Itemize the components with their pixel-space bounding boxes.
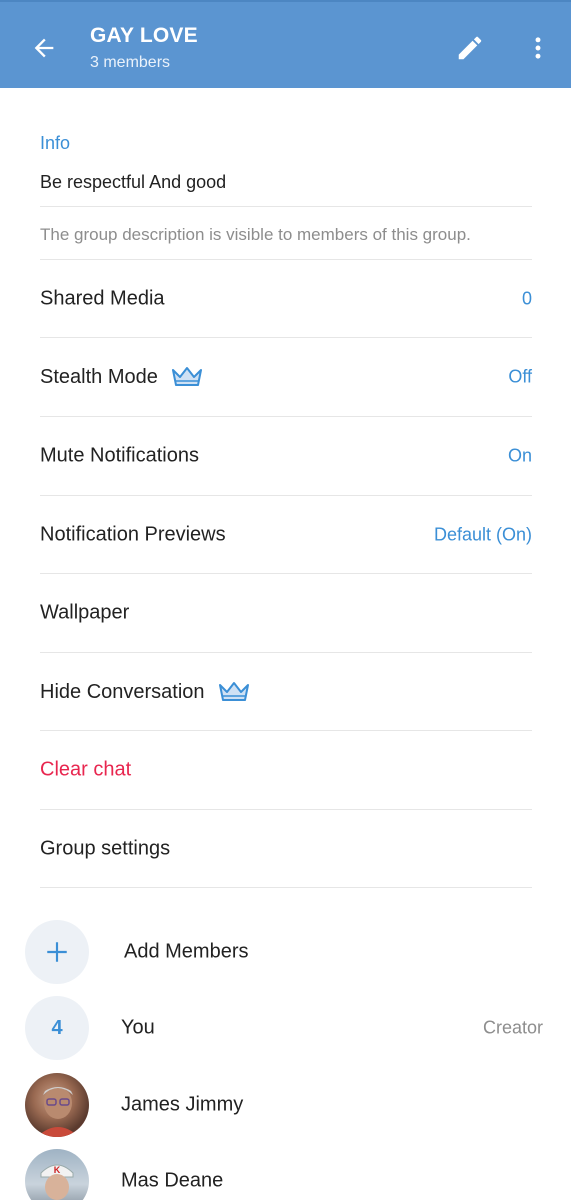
stealth-mode-value: Off [508,366,532,387]
hide-conversation-label: Hide Conversation [40,680,205,703]
member-role-badge: Creator [482,1017,543,1038]
mute-notifications-row[interactable]: Mute Notifications On [0,417,571,495]
more-vertical-icon [535,37,541,59]
chat-title: GAY LOVE [90,24,198,47]
notification-previews-value: Default (On) [433,524,532,545]
group-settings-label: Group settings [40,837,171,860]
stealth-mode-label: Stealth Mode [40,365,158,388]
avatar: 4 [25,996,89,1060]
svg-text:K: K [54,1165,61,1175]
arrow-left-icon [34,38,54,58]
member-name: James Jimmy [121,1093,244,1116]
avatar-initial: 4 [51,1016,63,1039]
plus-icon [47,942,67,962]
member-count: 3 members [90,54,171,71]
crown-icon [218,682,249,701]
clear-chat-label: Clear chat [40,758,132,781]
person-photo-icon: K [40,1164,74,1200]
shared-media-label: Shared Media [40,287,165,310]
back-button[interactable] [24,28,64,68]
info-section-label: Info [40,133,71,153]
wallpaper-label: Wallpaper [40,601,130,624]
hide-conversation-row[interactable]: Hide Conversation [0,653,571,731]
divider [40,887,532,888]
person-photo-icon [37,1087,79,1137]
edit-button[interactable] [450,28,490,68]
stealth-mode-label-wrap: Stealth Mode [40,365,204,389]
member-name: Mas Deane [121,1169,224,1192]
stealth-mode-row[interactable]: Stealth Mode Off [0,338,571,416]
avatar: K [25,1149,89,1200]
crown-icon [171,367,202,386]
clear-chat-row[interactable]: Clear chat [0,731,571,809]
group-description[interactable]: Be respectful And good [40,172,226,193]
member-row[interactable]: James Jimmy [0,1067,571,1143]
shared-media-count: 0 [521,288,532,309]
wallpaper-row[interactable]: Wallpaper [0,574,571,652]
notification-previews-row[interactable]: Notification Previews Default (On) [0,496,571,574]
pencil-icon [458,36,482,60]
add-members-label: Add Members [124,940,249,963]
divider [40,206,532,207]
member-row[interactable]: 4 You Creator [0,990,571,1066]
avatar [25,1073,89,1137]
group-settings-row[interactable]: Group settings [0,810,571,888]
member-name: You [121,1016,155,1039]
mute-notifications-label: Mute Notifications [40,444,199,467]
notification-previews-label: Notification Previews [40,523,226,546]
hide-conversation-label-wrap: Hide Conversation [40,680,251,704]
description-hint: The group description is visible to memb… [40,225,471,244]
more-options-button[interactable] [518,28,558,68]
chat-title-block: GAY LOVE 3 members [90,24,198,72]
mute-notifications-value: On [507,445,532,466]
add-members-avatar [25,920,89,984]
add-members-row[interactable]: Add Members [0,914,571,990]
app-bar: GAY LOVE 3 members [0,0,571,88]
shared-media-row[interactable]: Shared Media 0 [0,260,571,338]
member-row[interactable]: K Mas Deane [0,1143,571,1200]
